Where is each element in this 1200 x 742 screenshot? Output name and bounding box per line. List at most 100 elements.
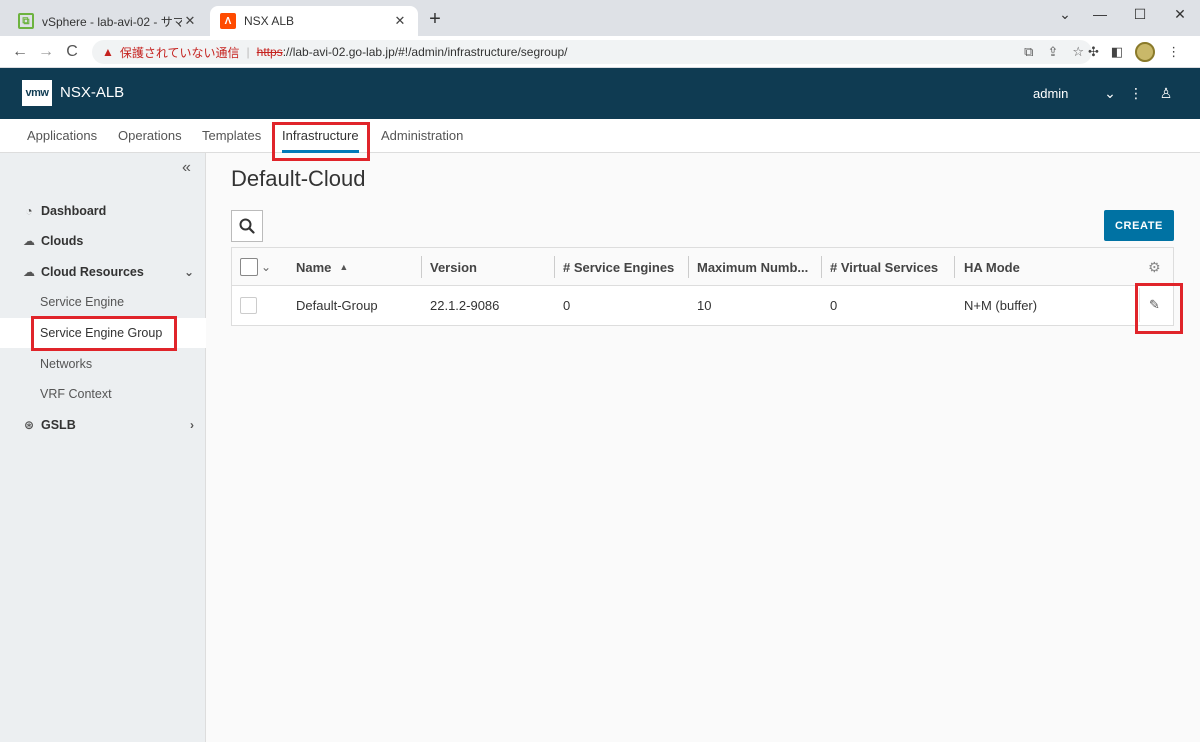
collapse-sidebar-icon[interactable]: « bbox=[182, 159, 191, 177]
close-window-button[interactable]: ✕ bbox=[1160, 2, 1200, 26]
tab-title: NSX ALB bbox=[244, 14, 295, 28]
vmware-logo: vmw bbox=[22, 80, 52, 106]
sidebar-item-service-engine-group[interactable]: Service Engine Group bbox=[0, 318, 206, 348]
sidebar-item-service-engine[interactable]: Service Engine bbox=[0, 287, 206, 317]
dashboard-icon: ◔ bbox=[25, 204, 33, 218]
column-divider[interactable] bbox=[954, 256, 955, 278]
reload-button[interactable]: C bbox=[60, 40, 84, 64]
main-nav: Applications Operations Templates Infras… bbox=[0, 119, 1200, 153]
sidebar-item-clouds[interactable]: ☁ Clouds bbox=[0, 226, 206, 256]
sidebar: « ◔ Dashboard ☁ Clouds ☁ Cloud Resources… bbox=[0, 153, 206, 742]
cell-ha-mode: N+M (buffer) bbox=[964, 297, 1038, 313]
tab-title: vSphere - lab-avi-02 - サマリ bbox=[42, 14, 182, 29]
vsphere-icon: ⧉ bbox=[18, 13, 34, 29]
column-settings-button[interactable]: ⚙ bbox=[1148, 248, 1168, 286]
row-checkbox-cell[interactable] bbox=[240, 286, 270, 324]
sidebar-item-label: Cloud Resources bbox=[41, 265, 144, 279]
tab-administration[interactable]: Administration bbox=[381, 128, 463, 143]
cell-virtual-services: 0 bbox=[830, 297, 838, 313]
chevron-down-icon[interactable]: ⌄ bbox=[1100, 82, 1120, 104]
search-icon bbox=[239, 218, 255, 234]
column-header-name[interactable]: Name ▲ bbox=[296, 248, 416, 286]
sidebar-item-vrf-context[interactable]: VRF Context bbox=[0, 379, 206, 409]
edit-button[interactable]: ✎ bbox=[1139, 288, 1169, 322]
sidebar-item-label: Dashboard bbox=[41, 204, 107, 218]
gslb-icon: ⊛ bbox=[23, 418, 35, 432]
maximize-button[interactable]: ☐ bbox=[1120, 2, 1160, 26]
close-icon[interactable]: ✕ bbox=[392, 13, 408, 29]
close-icon[interactable]: ✕ bbox=[182, 13, 198, 29]
column-divider[interactable] bbox=[821, 256, 822, 278]
cell-maximum-number: 10 bbox=[697, 297, 712, 313]
create-button[interactable]: CREATE bbox=[1104, 210, 1174, 241]
sidebar-item-cloud-resources[interactable]: ☁ Cloud Resources ⌄ bbox=[0, 257, 206, 287]
tab-search-icon[interactable]: ⌄ bbox=[1045, 2, 1085, 26]
side-panel-icon[interactable]: ◧ bbox=[1111, 44, 1123, 60]
user-name[interactable]: admin bbox=[1033, 86, 1068, 101]
chevron-down-icon[interactable]: ⌄ bbox=[261, 260, 271, 274]
sidebar-item-networks[interactable]: Networks bbox=[0, 349, 206, 379]
browser-menu-icon[interactable]: ⋮ bbox=[1167, 44, 1180, 60]
page-title: Default-Cloud bbox=[231, 166, 366, 191]
select-all-checkbox-cell[interactable]: ⌄ bbox=[240, 248, 280, 286]
user-icon[interactable]: ♙ bbox=[1156, 82, 1176, 104]
cloud-resources-icon: ☁ bbox=[23, 265, 35, 279]
minimize-button[interactable]: — bbox=[1080, 2, 1120, 26]
sidebar-item-label: Service Engine Group bbox=[40, 326, 163, 340]
new-tab-button[interactable]: + bbox=[425, 8, 445, 31]
table-row[interactable]: Default-Group 22.1.2-9086 0 10 0 N+M (bu… bbox=[232, 286, 1173, 325]
sidebar-item-label: Service Engine bbox=[40, 295, 125, 309]
browser-tab-nsx-alb[interactable]: Λ NSX ALB ✕ bbox=[210, 6, 418, 36]
column-header-maximum-number[interactable]: Maximum Numb... bbox=[697, 248, 817, 286]
security-warning[interactable]: 保護されていない通信 bbox=[120, 44, 240, 61]
row-checkbox[interactable] bbox=[240, 296, 257, 314]
tab-applications[interactable]: Applications bbox=[27, 128, 97, 143]
more-options-icon[interactable]: ⋮ bbox=[1126, 82, 1146, 104]
table-header: ⌄ Name ▲ Version # Service Engines Maxim… bbox=[232, 248, 1173, 286]
back-button[interactable]: ← bbox=[8, 40, 32, 64]
nsx-alb-icon: Λ bbox=[220, 13, 236, 29]
sidebar-item-label: Clouds bbox=[41, 234, 84, 248]
extensions-icon[interactable]: ✣ bbox=[1088, 44, 1099, 60]
sidebar-item-label: Networks bbox=[40, 357, 93, 371]
column-header-service-engines[interactable]: # Service Engines bbox=[563, 248, 687, 286]
warning-icon[interactable]: ▲ bbox=[102, 45, 114, 59]
chevron-down-icon: ⌄ bbox=[183, 265, 194, 279]
column-header-version[interactable]: Version bbox=[430, 248, 550, 286]
share-icon[interactable]: ⇪ bbox=[1047, 44, 1058, 60]
cell-version: 22.1.2-9086 bbox=[430, 297, 500, 313]
browser-tab-vsphere[interactable]: ⧉ vSphere - lab-avi-02 - サマリ ✕ bbox=[8, 6, 208, 36]
profile-avatar[interactable] bbox=[1135, 42, 1156, 62]
forward-button[interactable]: → bbox=[34, 40, 58, 64]
url-scheme: https bbox=[256, 45, 283, 59]
sidebar-item-label: VRF Context bbox=[40, 387, 112, 401]
gear-icon[interactable]: ⚙ bbox=[1148, 259, 1161, 276]
column-label: Name bbox=[296, 259, 332, 275]
tab-infrastructure[interactable]: Infrastructure bbox=[282, 128, 359, 153]
bookmark-star-icon[interactable]: ☆ bbox=[1072, 44, 1084, 60]
service-engine-group-table: ⌄ Name ▲ Version # Service Engines Maxim… bbox=[231, 247, 1174, 326]
app-title: NSX-ALB bbox=[60, 84, 125, 101]
translate-icon[interactable]: ⧉ bbox=[1024, 44, 1033, 60]
sidebar-item-gslb[interactable]: ⊛ GSLB › bbox=[0, 410, 206, 440]
browser-toolbar: ← → C ▲ 保護されていない通信 | https ://lab-avi-02… bbox=[0, 36, 1200, 68]
cell-name: Default-Group bbox=[296, 297, 378, 313]
app-header: vmw NSX-ALB admin ⌄ ⋮ ♙ bbox=[0, 68, 1200, 119]
cell-service-engines: 0 bbox=[563, 297, 571, 313]
sidebar-item-label: GSLB bbox=[41, 418, 76, 432]
tab-operations[interactable]: Operations bbox=[118, 128, 182, 143]
url-text: ://lab-avi-02.go-lab.jp/#!/admin/infrast… bbox=[282, 45, 568, 59]
tab-templates[interactable]: Templates bbox=[202, 128, 261, 143]
chevron-right-icon: › bbox=[190, 418, 194, 432]
column-header-virtual-services[interactable]: # Virtual Services bbox=[830, 248, 952, 286]
column-divider[interactable] bbox=[554, 256, 555, 278]
sort-ascending-icon[interactable]: ▲ bbox=[339, 262, 348, 272]
pencil-icon[interactable]: ✎ bbox=[1149, 297, 1160, 313]
select-all-checkbox[interactable] bbox=[240, 258, 258, 276]
column-header-ha-mode[interactable]: HA Mode bbox=[964, 248, 1084, 286]
column-divider[interactable] bbox=[688, 256, 689, 278]
sidebar-item-dashboard[interactable]: ◔ Dashboard bbox=[0, 196, 206, 226]
search-button[interactable] bbox=[231, 210, 263, 242]
address-bar[interactable]: ▲ 保護されていない通信 | https ://lab-avi-02.go-la… bbox=[92, 40, 1092, 64]
column-divider[interactable] bbox=[421, 256, 422, 278]
